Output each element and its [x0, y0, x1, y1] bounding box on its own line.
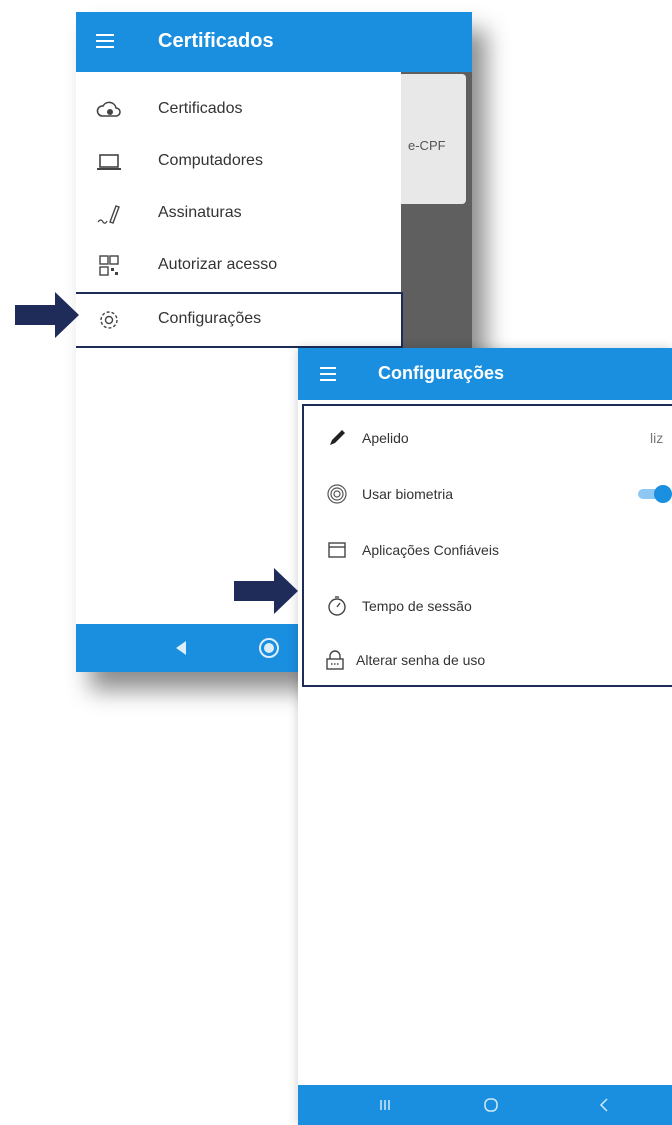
recents-icon[interactable] — [378, 1098, 392, 1112]
lock-icon — [326, 650, 344, 670]
drawer-item-autorizar-acesso[interactable]: Autorizar acesso — [76, 240, 401, 292]
app-bar: Certificados — [76, 12, 472, 72]
qr-code-icon — [99, 255, 119, 276]
settings-item-tempo-de-sessao[interactable]: Tempo de sessão — [304, 578, 672, 634]
biometria-toggle[interactable] — [638, 485, 672, 503]
drawer-item-label: Computadores — [158, 152, 263, 169]
drawer-item-assinaturas[interactable]: Assinaturas — [76, 188, 401, 240]
hamburger-menu-icon[interactable] — [320, 367, 336, 385]
timer-icon — [328, 596, 346, 616]
settings-item-label: Alterar senha de uso — [356, 652, 486, 668]
fingerprint-icon — [327, 484, 347, 504]
settings-item-usar-biometria[interactable]: Usar biometria — [304, 466, 672, 522]
apelido-value: liz — [650, 430, 664, 446]
settings-item-apelido[interactable]: Apelido liz — [304, 410, 672, 466]
pointer-arrow-icon — [15, 292, 79, 338]
drawer-item-label: Autorizar acesso — [158, 256, 278, 273]
drawer-item-label: Certificados — [158, 100, 243, 117]
app-bar-title: Configurações — [378, 363, 505, 383]
pencil-icon — [330, 430, 345, 445]
settings-item-aplicacoes-confiaveis[interactable]: Aplicações Confiáveis — [304, 522, 672, 578]
card-text-ecpf: e-CPF — [408, 138, 446, 153]
settings-item-label: Aplicações Confiáveis — [362, 542, 499, 558]
drawer-item-configuracoes[interactable]: Configurações — [76, 292, 403, 348]
system-navigation-bar — [298, 1085, 672, 1125]
cloud-certificate-icon — [96, 101, 121, 117]
laptop-icon — [97, 154, 121, 170]
home-icon[interactable] — [483, 1097, 499, 1113]
pointer-arrow-icon — [234, 568, 298, 614]
drawer-item-certificados[interactable]: Certificados — [76, 84, 401, 136]
back-triangle-icon[interactable] — [174, 640, 188, 656]
settings-item-label: Apelido — [362, 430, 409, 446]
settings-list: Apelido liz Usar biometria Aplicações Co… — [302, 404, 672, 687]
settings-item-label: Tempo de sessão — [362, 598, 472, 614]
phone-screen-configuracoes: Configurações Apelido liz Usar biometria — [298, 348, 672, 1125]
window-icon — [328, 542, 346, 558]
settings-item-label: Usar biometria — [362, 486, 454, 502]
gear-icon — [100, 311, 118, 329]
hamburger-menu-icon[interactable] — [96, 34, 114, 52]
drawer-item-label: Configurações — [158, 310, 262, 327]
drawer-item-computadores[interactable]: Computadores — [76, 136, 401, 188]
drawer-item-label: Assinaturas — [158, 204, 242, 221]
settings-item-alterar-senha[interactable]: Alterar senha de uso — [304, 632, 672, 688]
app-bar-title: Certificados — [158, 30, 274, 52]
app-bar: Configurações — [298, 348, 672, 400]
signature-pen-icon — [97, 205, 120, 224]
back-chevron-icon[interactable] — [598, 1097, 610, 1113]
home-circle-icon[interactable] — [258, 637, 280, 659]
